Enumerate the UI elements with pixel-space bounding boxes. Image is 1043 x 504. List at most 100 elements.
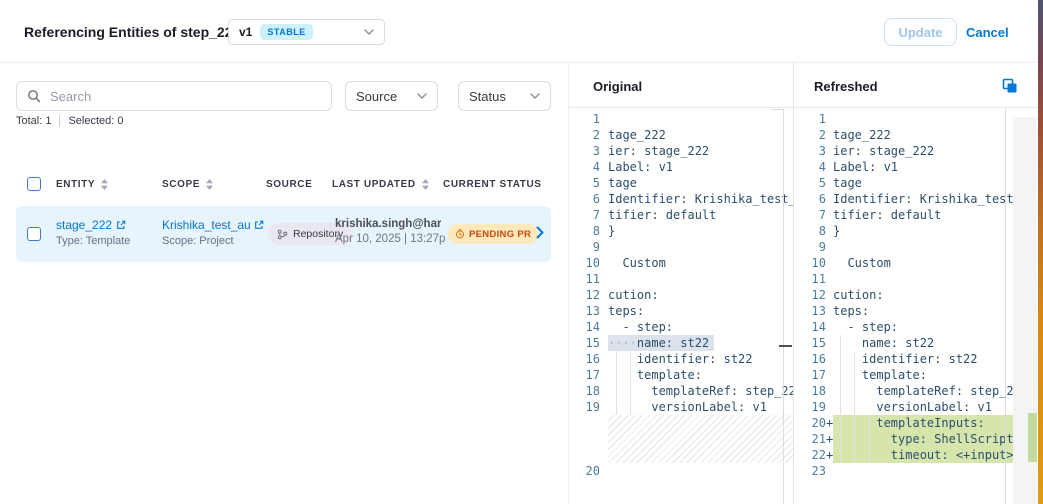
- code-text: [833, 271, 1013, 287]
- scope-detail: Scope: Project: [162, 235, 264, 247]
- chevron-down-icon: [364, 29, 374, 35]
- refreshed-code-pane[interactable]: 1 2 tage_222 3 ier: stage_222 4 Label: v…: [793, 111, 1013, 504]
- column-header-scope[interactable]: SCOPE: [162, 179, 213, 190]
- diff-add-marker: [826, 351, 833, 367]
- code-string: templateRef: step_222: [608, 384, 793, 398]
- code-line: 2 tage_222: [569, 127, 793, 143]
- chevron-down-icon: [530, 93, 540, 99]
- entity-type: Type: Template: [56, 235, 130, 247]
- code-text: Custom: [833, 255, 1013, 271]
- search-icon: [27, 89, 41, 103]
- code-text: [608, 111, 793, 127]
- code-line: 16 identifier: st22: [793, 351, 1013, 367]
- column-header-entity[interactable]: ENTITY: [56, 179, 108, 190]
- line-number: 1: [569, 111, 600, 127]
- code-text: [833, 111, 1013, 127]
- entity-link[interactable]: stage_222: [56, 218, 112, 232]
- code-line: 5 tage: [793, 175, 1013, 191]
- original-pane-title: Original: [593, 79, 642, 94]
- update-button[interactable]: Update: [884, 18, 957, 46]
- code-string: Custom: [833, 256, 891, 270]
- row-checkbox[interactable]: [27, 227, 41, 241]
- code-text: tage: [833, 175, 1013, 191]
- selection-summary: Total: 1 Selected: 0: [16, 115, 124, 127]
- line-number: [569, 415, 600, 463]
- column-label: LAST UPDATED: [332, 179, 416, 190]
- status-label: PENDING PR: [469, 229, 531, 240]
- line-number: 15: [793, 335, 826, 351]
- search-input[interactable]: [48, 88, 321, 105]
- code-line: 11: [569, 271, 793, 287]
- code-text: template:: [833, 367, 1013, 383]
- line-number: 3: [793, 143, 826, 159]
- line-number: 20: [793, 415, 826, 431]
- diff-add-marker: [826, 239, 833, 255]
- code-line: 15 ····name: st22: [569, 335, 793, 351]
- diff-add-marker: [826, 127, 833, 143]
- indent-guide: [869, 415, 870, 463]
- diff-add-marker: [826, 335, 833, 351]
- line-number: 22: [793, 447, 826, 463]
- code-line: 15 name: st22: [793, 335, 1013, 351]
- original-scrollbar-thumb[interactable]: [779, 345, 792, 347]
- column-label: ENTITY: [56, 179, 95, 190]
- line-number: 9: [569, 239, 600, 255]
- source-filter-dropdown[interactable]: Source: [345, 81, 438, 111]
- code-string: name: st22: [833, 336, 934, 350]
- line-number: 5: [569, 175, 600, 191]
- cancel-button[interactable]: Cancel: [966, 25, 1009, 40]
- line-number: 3: [569, 143, 600, 159]
- external-link-icon[interactable]: [254, 220, 264, 230]
- diff-add-marker: [826, 159, 833, 175]
- code-text: teps:: [833, 303, 1013, 319]
- code-line: 12 cution:: [569, 287, 793, 303]
- referencing-entities-drawer: Referencing Entities of step_222 v1 STAB…: [0, 0, 1043, 504]
- code-text: tifier: default: [608, 207, 793, 223]
- code-line: 17 template:: [569, 367, 793, 383]
- diff-add-marker: +: [826, 431, 833, 447]
- code-line: 1: [793, 111, 1013, 127]
- select-all-checkbox[interactable]: [27, 177, 41, 191]
- code-string: tage_222: [833, 128, 891, 142]
- page-title: Referencing Entities of step_222: [24, 24, 240, 40]
- code-text: name: st22: [833, 335, 1013, 351]
- table-row[interactable]: stage_222 Type: Template Krishika_test_a…: [16, 206, 551, 262]
- line-number: 14: [569, 319, 600, 335]
- original-code-pane[interactable]: 1 2 tage_222 3 ier: stage_222 4 Label: v…: [569, 111, 793, 504]
- scope-link[interactable]: Krishika_test_au...: [162, 218, 250, 232]
- code-text: tifier: default: [833, 207, 1013, 223]
- line-number: 17: [793, 367, 826, 383]
- diff-header-divider: [569, 107, 1038, 108]
- code-string: teps:: [608, 304, 644, 318]
- code-line: 6 Identifier: Krishika_test_aut: [793, 191, 1013, 207]
- code-text: templateRef: step_222: [833, 383, 1013, 399]
- code-string: template:: [833, 368, 927, 382]
- code-line: 13 teps:: [569, 303, 793, 319]
- line-number: 2: [793, 127, 826, 143]
- code-text: - step:: [608, 319, 793, 335]
- header-divider: [0, 62, 1043, 63]
- column-header-last-updated[interactable]: LAST UPDATED: [332, 179, 429, 190]
- column-label: CURRENT STATUS: [443, 179, 542, 190]
- diff-add-marker: [826, 255, 833, 271]
- status-filter-dropdown[interactable]: Status: [458, 81, 551, 111]
- chevron-right-icon[interactable]: [536, 226, 544, 239]
- code-line: 7 tifier: default: [569, 207, 793, 223]
- line-number: 2: [569, 127, 600, 143]
- code-string: ier: stage_222: [833, 144, 934, 158]
- code-line: 10 Custom: [569, 255, 793, 271]
- copy-icon[interactable]: [1002, 78, 1017, 93]
- line-number: 10: [569, 255, 600, 271]
- total-count: Total: 1: [16, 115, 51, 127]
- code-line: 20: [569, 463, 793, 479]
- code-line: 1: [569, 111, 793, 127]
- version-select[interactable]: v1 STABLE: [228, 19, 385, 45]
- code-text: tage_222: [833, 127, 1013, 143]
- diff-add-marker: [826, 367, 833, 383]
- column-label: SOURCE: [266, 179, 312, 190]
- indent-guide: [616, 335, 617, 415]
- diff-add-marker: +: [826, 447, 833, 463]
- code-line: 10 Custom: [793, 255, 1013, 271]
- external-link-icon[interactable]: [116, 220, 126, 230]
- code-text: [608, 271, 793, 287]
